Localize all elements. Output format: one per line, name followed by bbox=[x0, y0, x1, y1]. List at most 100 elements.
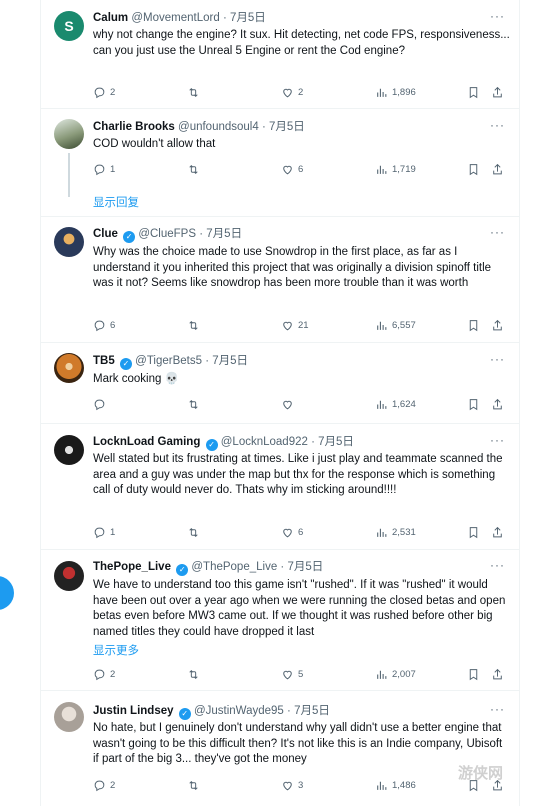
retweet-button[interactable] bbox=[187, 668, 200, 681]
more-options-icon[interactable]: ··· bbox=[490, 225, 505, 239]
tweet-text: Mark cooking 💀 bbox=[93, 373, 179, 385]
reply-count: 2 bbox=[110, 87, 116, 98]
more-options-icon[interactable]: ··· bbox=[490, 433, 505, 447]
views-button[interactable]: 6,557 bbox=[375, 319, 416, 332]
reply-icon bbox=[94, 669, 105, 681]
avatar[interactable] bbox=[54, 119, 84, 149]
views-button[interactable]: 1,719 bbox=[375, 163, 416, 176]
share-button[interactable] bbox=[491, 526, 504, 539]
like-button[interactable]: 3 bbox=[281, 779, 303, 792]
tweet-actions: 1 6 2,531 bbox=[93, 526, 513, 542]
reply-button[interactable]: 1 bbox=[93, 163, 115, 176]
avatar[interactable] bbox=[54, 702, 84, 732]
retweet-button[interactable] bbox=[187, 319, 200, 332]
display-name[interactable]: Calum bbox=[93, 12, 128, 24]
reply-button[interactable]: 1 bbox=[93, 526, 115, 539]
reply-button[interactable] bbox=[93, 398, 110, 411]
user-handle[interactable]: @TigerBets5 bbox=[135, 355, 202, 367]
like-button[interactable] bbox=[281, 398, 298, 411]
tweet-text: Well stated but its frustrating at times… bbox=[93, 453, 503, 496]
display-name[interactable]: Justin Lindsey bbox=[93, 705, 174, 717]
like-button[interactable]: 2 bbox=[281, 86, 303, 99]
more-options-icon[interactable]: ··· bbox=[490, 558, 505, 572]
tweet-date[interactable]: 7月5日 bbox=[269, 121, 305, 133]
more-options-icon[interactable]: ··· bbox=[490, 118, 505, 132]
reply-button[interactable]: 6 bbox=[93, 319, 115, 332]
display-name[interactable]: Clue bbox=[93, 228, 118, 240]
retweet-icon bbox=[189, 670, 198, 679]
share-button[interactable] bbox=[491, 668, 504, 681]
user-handle[interactable]: @ClueFPS bbox=[138, 228, 196, 240]
views-button[interactable]: 2,531 bbox=[375, 526, 416, 539]
retweet-button[interactable] bbox=[187, 398, 200, 411]
avatar[interactable] bbox=[54, 561, 84, 591]
share-icon bbox=[493, 398, 502, 410]
retweet-button[interactable] bbox=[187, 526, 200, 539]
avatar[interactable] bbox=[54, 227, 84, 257]
view-count: 1,896 bbox=[392, 87, 416, 98]
tweet-charlie-brooks[interactable]: Charlie Brooks @unfoundsoul4 · 7月5日 ··· … bbox=[41, 109, 519, 215]
more-options-icon[interactable]: ··· bbox=[490, 9, 505, 23]
thread-line bbox=[68, 153, 70, 197]
bookmark-button[interactable] bbox=[467, 319, 480, 332]
tweet-calum[interactable]: S Calum @MovementLord · 7月5日 ··· why not… bbox=[41, 0, 519, 108]
display-name[interactable]: ThePope_Live bbox=[93, 561, 171, 573]
reply-count: 2 bbox=[110, 669, 116, 680]
reply-button[interactable]: 2 bbox=[93, 668, 115, 681]
bookmark-button[interactable] bbox=[467, 668, 480, 681]
user-handle[interactable]: @MovementLord bbox=[131, 12, 219, 24]
avatar[interactable]: S bbox=[54, 11, 84, 41]
compose-fab-button[interactable] bbox=[0, 576, 14, 610]
show-more-link[interactable]: 显示更多 bbox=[93, 642, 139, 658]
views-button[interactable]: 1,624 bbox=[375, 398, 416, 411]
display-name[interactable]: TB5 bbox=[93, 355, 115, 367]
tweet-date[interactable]: 7月5日 bbox=[287, 561, 323, 573]
reply-button[interactable]: 2 bbox=[93, 779, 115, 792]
show-replies-link[interactable]: 显示回复 bbox=[93, 194, 139, 210]
views-button[interactable]: 1,896 bbox=[375, 86, 416, 99]
tweet-date[interactable]: 7月5日 bbox=[318, 436, 354, 448]
tweet-date[interactable]: 7月5日 bbox=[230, 12, 266, 24]
share-button[interactable] bbox=[491, 398, 504, 411]
share-button[interactable] bbox=[491, 163, 504, 176]
retweet-button[interactable] bbox=[187, 779, 200, 792]
user-handle[interactable]: @LocknLoad922 bbox=[221, 436, 308, 448]
heart-icon bbox=[283, 670, 292, 680]
user-handle[interactable]: @unfoundsoul4 bbox=[178, 121, 259, 133]
more-options-icon[interactable]: ··· bbox=[490, 702, 505, 716]
bookmark-icon bbox=[469, 399, 478, 411]
retweet-button[interactable] bbox=[187, 163, 200, 176]
share-button[interactable] bbox=[491, 319, 504, 332]
tweet-actions: 1 6 1,719 bbox=[93, 163, 513, 179]
bookmark-button[interactable] bbox=[467, 86, 480, 99]
display-name[interactable]: Charlie Brooks bbox=[93, 121, 175, 133]
reply-button[interactable]: 2 bbox=[93, 86, 115, 99]
tweet-clue[interactable]: Clue ✓ @ClueFPS · 7月5日 ··· Why was the c… bbox=[41, 217, 519, 342]
display-name[interactable]: LocknLoad Gaming bbox=[93, 436, 200, 448]
views-button[interactable]: 1,486 bbox=[375, 779, 416, 792]
views-button[interactable]: 2,007 bbox=[375, 668, 416, 681]
tweet-thepope-live[interactable]: ThePope_Live ✓ @ThePope_Live · 7月5日 ··· … bbox=[41, 550, 519, 690]
tweet-tb5[interactable]: TB5 ✓ @TigerBets5 · 7月5日 ··· Mark cookin… bbox=[41, 343, 519, 423]
user-handle[interactable]: @ThePope_Live bbox=[191, 561, 277, 573]
bookmark-button[interactable] bbox=[467, 163, 480, 176]
retweet-button[interactable] bbox=[187, 86, 200, 99]
like-button[interactable]: 21 bbox=[281, 319, 309, 332]
avatar[interactable] bbox=[54, 435, 84, 465]
like-button[interactable]: 6 bbox=[281, 163, 303, 176]
tweet-justin-lindsey[interactable]: Justin Lindsey ✓ @JustinWayde95 · 7月5日 ·… bbox=[41, 691, 519, 806]
tweet-date[interactable]: 7月5日 bbox=[206, 228, 242, 240]
avatar[interactable] bbox=[54, 353, 84, 383]
bookmark-button[interactable] bbox=[467, 526, 480, 539]
more-options-icon[interactable]: ··· bbox=[490, 352, 505, 366]
tweet-date[interactable]: 7月5日 bbox=[212, 355, 248, 367]
like-button[interactable]: 6 bbox=[281, 526, 303, 539]
user-handle[interactable]: @JustinWayde95 bbox=[194, 705, 284, 717]
bookmark-icon bbox=[469, 527, 478, 539]
tweet-locknload-gaming[interactable]: LocknLoad Gaming ✓ @LocknLoad922 · 7月5日 … bbox=[41, 424, 519, 549]
share-button[interactable] bbox=[491, 86, 504, 99]
bookmark-button[interactable] bbox=[467, 398, 480, 411]
like-button[interactable]: 5 bbox=[281, 668, 303, 681]
heart-icon bbox=[283, 781, 292, 791]
tweet-date[interactable]: 7月5日 bbox=[294, 705, 330, 717]
